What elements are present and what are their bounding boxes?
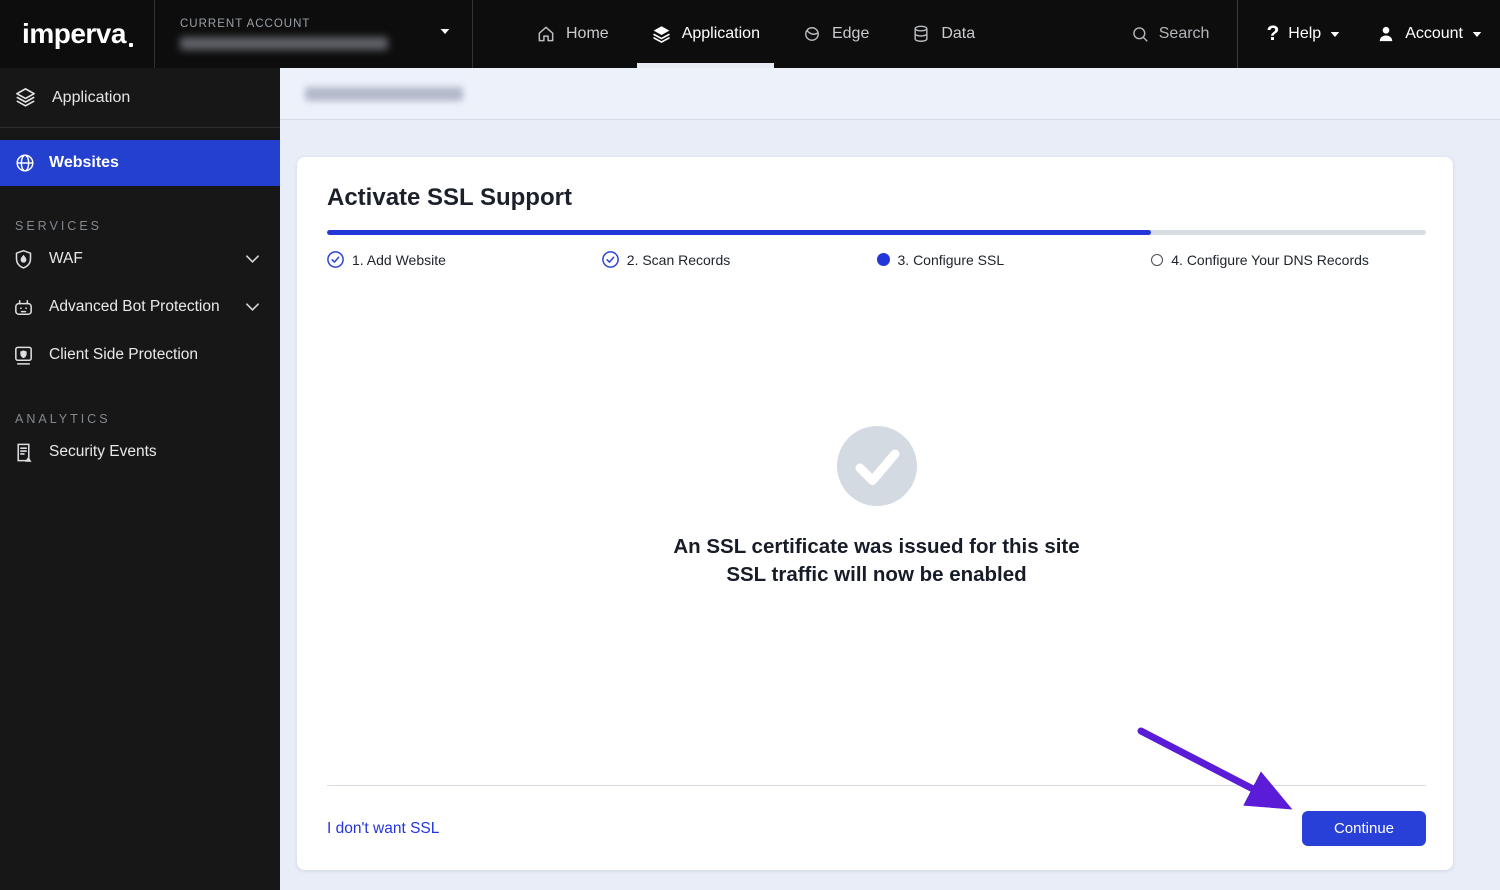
sidebar-section-analytics: ANALYTICS xyxy=(15,412,111,426)
circle-check-icon xyxy=(601,251,619,268)
document-alert-icon xyxy=(12,441,35,464)
logo-container: imperva xyxy=(0,0,155,68)
globe-icon xyxy=(14,152,36,174)
filled-dot-icon xyxy=(876,253,890,266)
ssl-success-message-line1: An SSL certificate was issued for this s… xyxy=(673,535,1080,558)
redacted-account-email xyxy=(180,37,388,50)
ssl-success-block: An SSL certificate was issued for this s… xyxy=(327,426,1426,589)
database-icon xyxy=(911,24,931,44)
sidebar-item-advanced-bot-protection[interactable]: Advanced Bot Protection xyxy=(0,283,280,331)
sidebar-item-label: WAF xyxy=(49,250,83,267)
redacted-site-name xyxy=(305,86,463,101)
help-menu[interactable]: ? Help xyxy=(1266,22,1340,46)
sidebar: Application Websites SERVICES WAF Advanc… xyxy=(0,68,280,890)
nav-label: Home xyxy=(566,25,609,42)
person-icon xyxy=(1376,24,1396,44)
search-button[interactable]: Search xyxy=(1131,25,1210,44)
sidebar-item-security-events[interactable]: Security Events xyxy=(0,428,280,476)
nav-edge[interactable]: Edge xyxy=(788,0,883,68)
wizard-steps: 1. Add Website 2. Scan Records 3. Config… xyxy=(327,251,1426,268)
empty-circle-icon xyxy=(1151,253,1164,266)
sidebar-item-waf[interactable]: WAF xyxy=(0,235,280,283)
nav-label: Edge xyxy=(831,25,870,42)
footer-divider xyxy=(327,785,1426,786)
question-icon: ? xyxy=(1266,22,1280,45)
primary-nav: Home Application Edge Data xyxy=(515,0,996,68)
top-navigation-bar: imperva CURRENT ACCOUNT Home Application… xyxy=(0,0,1500,68)
step-label: 4. Configure Your DNS Records xyxy=(1171,251,1369,268)
ssl-wizard-card: Activate SSL Support 1. Add Website 2. S… xyxy=(297,157,1453,870)
account-label: Account xyxy=(1405,25,1463,42)
sidebar-section-services: SERVICES xyxy=(15,219,102,233)
sidebar-item-application[interactable]: Application xyxy=(0,68,280,128)
main-content: Activate SSL Support 1. Add Website 2. S… xyxy=(280,68,1500,890)
sidebar-item-label: Websites xyxy=(49,154,119,171)
step-label: 3. Configure SSL xyxy=(897,251,1005,268)
nav-application[interactable]: Application xyxy=(636,0,775,68)
sidebar-item-label: Application xyxy=(52,88,131,106)
current-account-label: CURRENT ACCOUNT xyxy=(180,18,311,30)
caret-down-icon xyxy=(1330,31,1340,38)
sidebar-item-label: Security Events xyxy=(49,443,157,460)
planet-icon xyxy=(802,24,822,44)
wizard-progress-track xyxy=(327,230,1426,235)
topbar-right-cluster: Search ? Help Account xyxy=(1131,0,1500,68)
robot-icon xyxy=(12,296,35,319)
ssl-success-message-line2: SSL traffic will now be enabled xyxy=(726,563,1027,586)
imperva-logo[interactable]: imperva xyxy=(22,18,133,50)
browser-shield-icon xyxy=(12,344,35,367)
nav-label: Data xyxy=(941,25,976,42)
sidebar-item-websites[interactable]: Websites xyxy=(0,140,280,186)
layers-icon xyxy=(651,24,672,45)
vertical-divider xyxy=(1237,0,1239,68)
sidebar-item-label: Advanced Bot Protection xyxy=(49,298,220,315)
home-icon xyxy=(536,24,556,44)
step-configure-ssl: 3. Configure SSL xyxy=(876,251,1152,268)
circle-check-icon xyxy=(327,251,344,268)
step-configure-dns: 4. Configure Your DNS Records xyxy=(1151,251,1426,268)
nav-data[interactable]: Data xyxy=(897,0,989,68)
sidebar-item-client-side-protection[interactable]: Client Side Protection xyxy=(0,331,280,379)
caret-down-icon xyxy=(440,28,450,35)
step-label: 1. Add Website xyxy=(352,251,446,268)
step-add-website: 1. Add Website xyxy=(327,251,602,268)
layers-icon xyxy=(14,86,37,109)
context-strip xyxy=(280,68,1500,120)
chevron-down-icon xyxy=(245,302,260,312)
search-label: Search xyxy=(1158,25,1210,42)
step-label: 2. Scan Records xyxy=(626,251,731,268)
account-menu[interactable]: Account xyxy=(1376,24,1482,44)
skip-ssl-link[interactable]: I don't want SSL xyxy=(327,820,439,838)
step-scan-records: 2. Scan Records xyxy=(601,251,877,268)
nav-label: Application xyxy=(681,25,760,42)
current-account-selector[interactable]: CURRENT ACCOUNT xyxy=(155,0,473,68)
chevron-down-icon xyxy=(245,254,260,264)
search-icon xyxy=(1131,25,1150,44)
help-label: Help xyxy=(1288,25,1322,42)
caret-down-icon xyxy=(1472,31,1482,38)
page-title: Activate SSL Support xyxy=(327,184,572,211)
continue-button[interactable]: Continue xyxy=(1302,811,1426,846)
shield-flame-icon xyxy=(12,248,35,271)
check-circle-icon xyxy=(836,426,917,506)
sidebar-item-label: Client Side Protection xyxy=(49,346,199,363)
nav-home[interactable]: Home xyxy=(522,0,623,68)
wizard-progress-fill xyxy=(327,230,1152,235)
